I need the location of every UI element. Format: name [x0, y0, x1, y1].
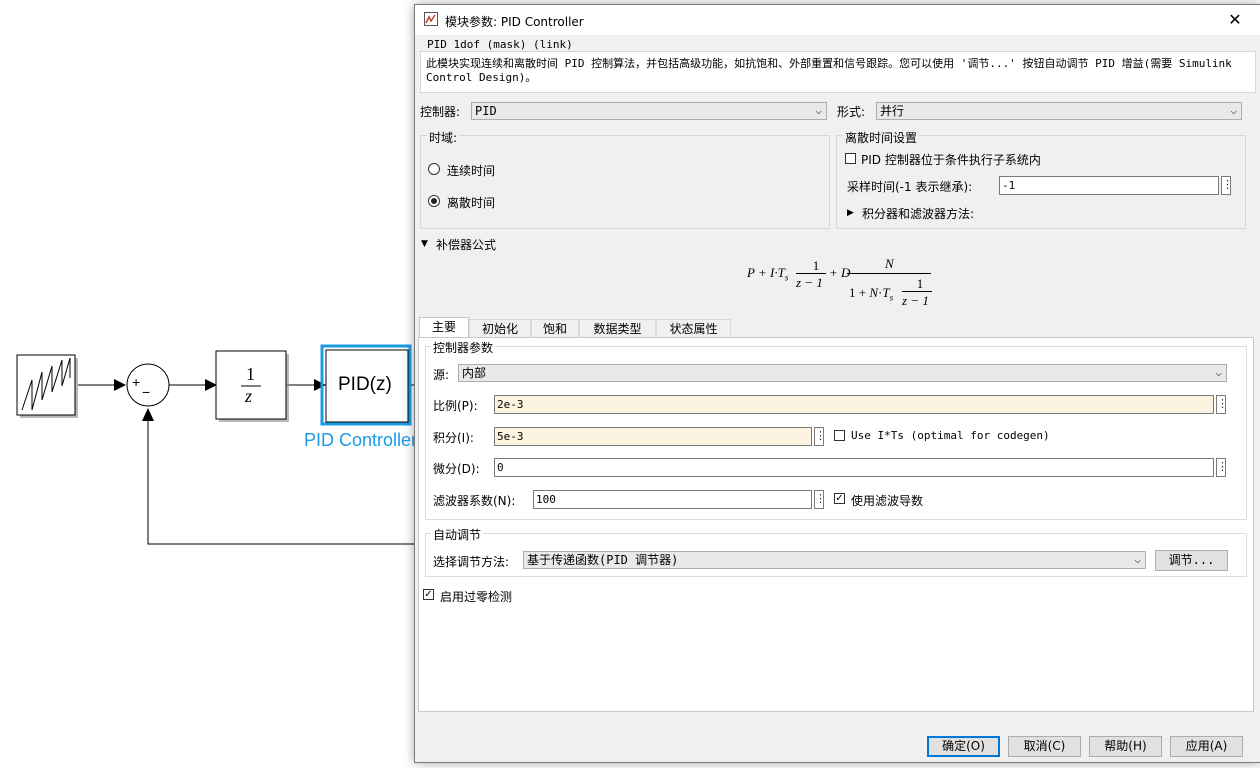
zero-crossing-label: 启用过零检测 — [440, 590, 513, 604]
description-text: 此模块实现连续和离散时间 PID 控制算法，并包括高级功能，如抗饱和、外部重置和… — [426, 57, 1232, 84]
proportional-menu-icon[interactable]: ⋮ — [1216, 395, 1228, 414]
tab-saturation[interactable]: 饱和 — [531, 319, 579, 338]
chevron-down-icon: ⌵ — [1134, 553, 1141, 566]
source-dropdown[interactable]: 内部 ⌵ — [458, 364, 1227, 382]
chevron-down-icon: ⌵ — [1215, 366, 1222, 379]
tab-state-attributes[interactable]: 状态属性 — [656, 319, 731, 338]
integrator-methods-label[interactable]: 积分器和滤波器方法: — [862, 205, 974, 222]
controller-params-title: 控制器参数 — [431, 339, 496, 356]
tune-button[interactable]: 调节... — [1155, 550, 1228, 571]
close-icon[interactable]: ✕ — [1225, 10, 1245, 30]
filter-coefficient-menu-icon[interactable]: ⋮ — [814, 490, 826, 509]
source-label: 源: — [433, 368, 450, 382]
expand-triangle-icon[interactable]: ▶ — [847, 208, 854, 218]
dialog-title: 模块参数: PID Controller — [445, 15, 584, 29]
sum-minus-sign: − — [142, 384, 151, 400]
apply-button[interactable]: 应用(A) — [1170, 736, 1243, 757]
sample-time-menu-icon[interactable]: ⋮ — [1221, 176, 1233, 195]
chevron-down-icon: ⌵ — [815, 104, 822, 117]
proportional-input[interactable]: 2e-3 — [494, 395, 1214, 414]
help-button[interactable]: 帮助(H) — [1089, 736, 1162, 757]
integral-input[interactable]: 5e-3 — [494, 427, 812, 446]
tuning-method-dropdown[interactable]: 基于传递函数(PID 调节器) ⌵ — [523, 551, 1146, 569]
continuous-time-radio[interactable] — [428, 163, 440, 175]
tab-main[interactable]: 主要 — [419, 317, 469, 338]
controller-value: PID — [475, 104, 497, 118]
discrete-settings-title: 离散时间设置 — [843, 129, 920, 146]
pid-block-name[interactable]: PID Controller — [304, 430, 414, 451]
form-value: 并行 — [880, 104, 905, 118]
form-dropdown[interactable]: 并行 ⌵ — [876, 102, 1242, 120]
time-domain-title: 时域: — [427, 129, 460, 146]
discrete-time-label: 离散时间 — [447, 196, 496, 210]
filter-coefficient-input[interactable]: 100 — [533, 490, 812, 509]
ok-button[interactable]: 确定(O) — [927, 736, 1000, 757]
simulink-app-icon — [424, 12, 438, 26]
derivative-label: 微分(D): — [433, 462, 480, 476]
controller-label: 控制器: — [420, 105, 461, 119]
filter-coefficient-label: 滤波器系数(N): — [433, 494, 516, 508]
compensator-formula: P + I·Ts 1 z − 1 + D N 1 + N·Ts 1 z − 1 — [747, 255, 947, 311]
sum-plus-sign: + — [132, 374, 141, 390]
sample-time-label: 采样时间(-1 表示继承): — [847, 180, 973, 194]
zero-crossing-checkbox[interactable]: ✓ — [423, 589, 434, 600]
tab-data-types[interactable]: 数据类型 — [579, 319, 656, 338]
dialog-titlebar[interactable]: 模块参数: PID Controller ✕ — [415, 5, 1260, 35]
form-label: 形式: — [837, 105, 866, 119]
cancel-button[interactable]: 取消(C) — [1008, 736, 1081, 757]
controller-dropdown[interactable]: PID ⌵ — [471, 102, 827, 120]
integral-label: 积分(I): — [433, 431, 474, 445]
derivative-menu-icon[interactable]: ⋮ — [1216, 458, 1228, 477]
sawtooth-source-block[interactable] — [16, 354, 78, 418]
derivative-input[interactable]: 0 — [494, 458, 1214, 477]
filtered-derivative-label: 使用滤波导数 — [851, 494, 924, 508]
mask-header: PID 1dof (mask) (link) — [427, 38, 573, 51]
triggered-subsystem-checkbox[interactable] — [845, 153, 856, 164]
tuning-method-value: 基于传递函数(PID 调节器) — [527, 553, 679, 567]
use-its-label: Use I*Ts (optimal for codegen) — [851, 429, 1050, 442]
autotune-title: 自动调节 — [431, 526, 484, 543]
tuning-method-label: 选择调节方法: — [433, 555, 510, 569]
unit-delay-denominator: z — [245, 386, 253, 406]
time-domain-group — [420, 135, 830, 229]
continuous-time-label: 连续时间 — [447, 164, 496, 178]
tab-initialization[interactable]: 初始化 — [469, 319, 531, 338]
filtered-derivative-checkbox[interactable]: ✓ — [834, 493, 845, 504]
triggered-subsystem-label: PID 控制器位于条件执行子系统内 — [861, 153, 1041, 167]
discrete-time-radio[interactable] — [428, 195, 440, 207]
source-value: 内部 — [462, 366, 487, 380]
sample-time-input[interactable]: -1 — [999, 176, 1219, 195]
collapse-triangle-icon[interactable]: ▼ — [421, 239, 428, 249]
block-parameters-dialog: 模块参数: PID Controller ✕ PID 1dof (mask) (… — [414, 4, 1260, 763]
integral-menu-icon[interactable]: ⋮ — [814, 427, 826, 446]
compensator-title[interactable]: 补偿器公式 — [436, 236, 496, 253]
chevron-down-icon: ⌵ — [1230, 104, 1237, 117]
pid-block-text: PID(z) — [338, 374, 392, 395]
proportional-label: 比例(P): — [433, 399, 478, 413]
unit-delay-numerator: 1 — [246, 364, 255, 384]
unit-delay-block[interactable] — [215, 350, 289, 422]
use-its-checkbox[interactable] — [834, 430, 845, 441]
